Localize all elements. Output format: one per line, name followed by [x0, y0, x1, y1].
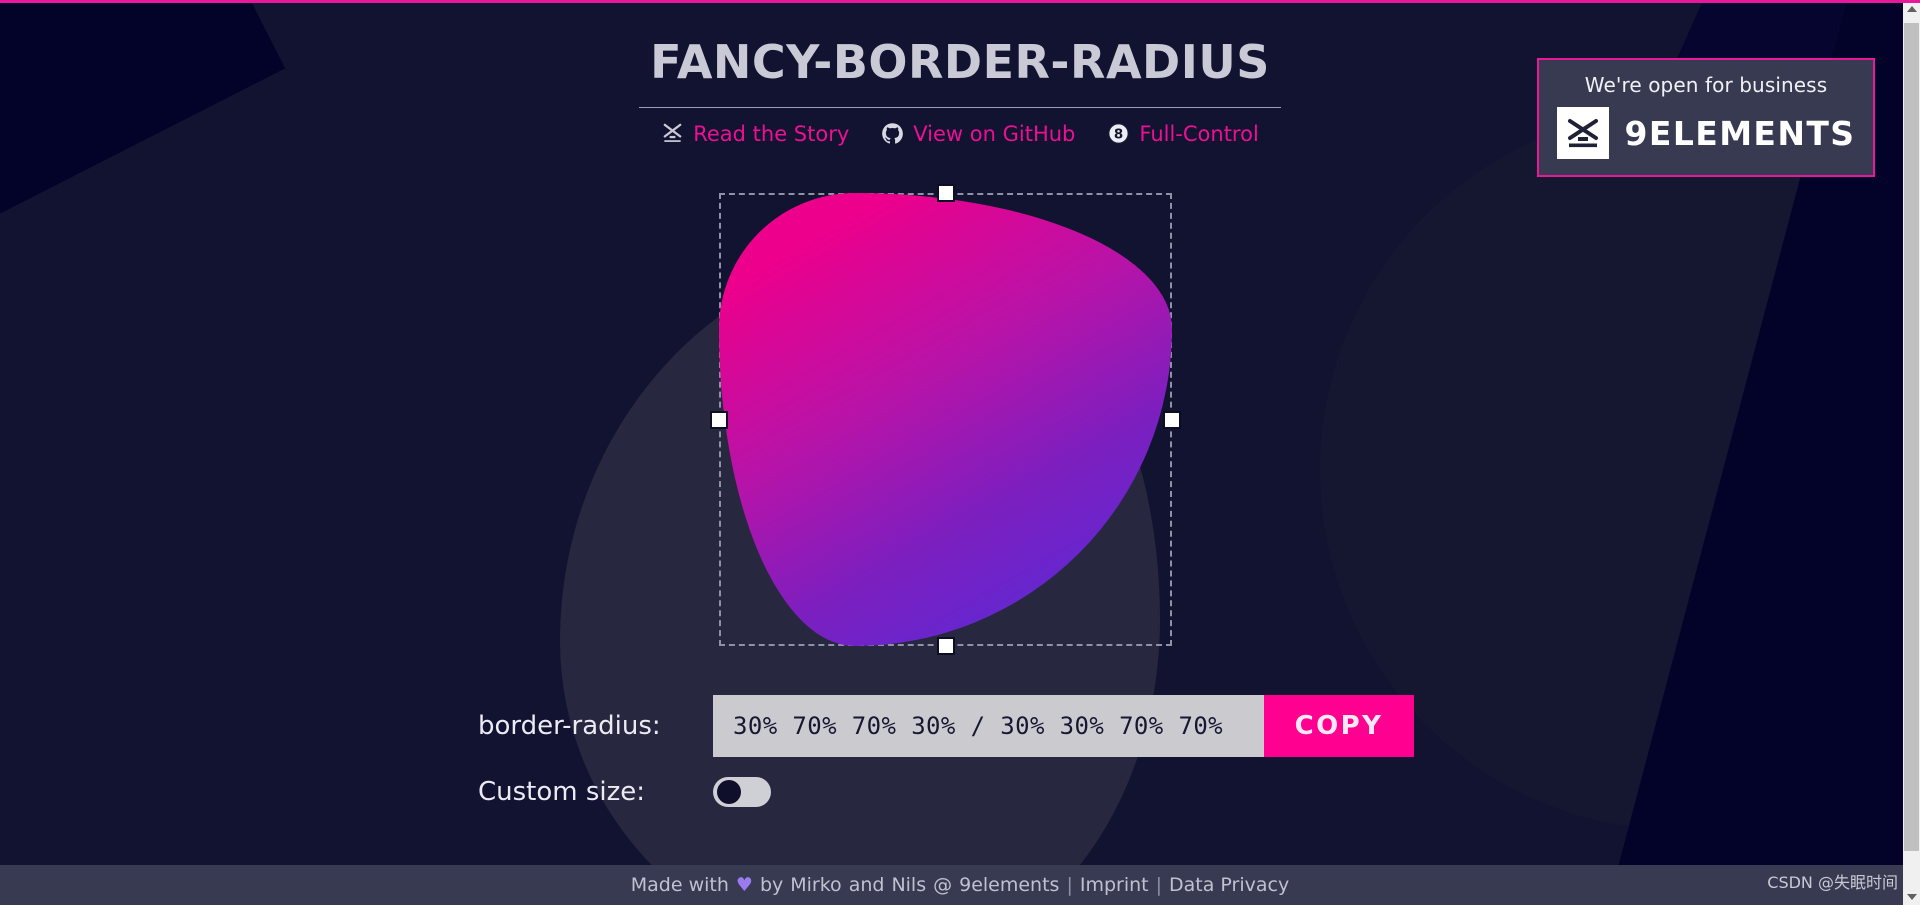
drag-handle-right[interactable] — [1163, 410, 1181, 429]
9elements-mark-icon — [1556, 107, 1609, 159]
nav-link-full-control[interactable]: 8 Full-Control — [1107, 121, 1259, 146]
toggle-knob — [717, 780, 741, 804]
controls-panel: border-radius: 30% 70% 70% 30% / 30% 30%… — [478, 695, 1418, 807]
footer-and: and — [848, 874, 885, 896]
primary-nav: Read the Story View on GitHub 8 Full-Con… — [639, 122, 1281, 146]
heart-icon: ♥ — [735, 874, 753, 896]
nav-link-read-the-story[interactable]: Read the Story — [661, 122, 849, 146]
badge-tagline: We're open for business — [1584, 73, 1828, 97]
drag-handle-top[interactable] — [936, 184, 955, 202]
eight-ball-icon: 8 — [1107, 122, 1130, 145]
border-radius-row: border-radius: 30% 70% 70% 30% / 30% 30%… — [478, 695, 1418, 757]
page-root: FANCY-BORDER-RADIUS Read the Story View … — [0, 0, 1920, 905]
footer-link-9elements[interactable]: 9elements — [959, 874, 1059, 896]
footer-at: @ — [933, 874, 953, 896]
9elements-promo-badge[interactable]: We're open for business 9ELEMENTS — [1537, 58, 1875, 177]
scroll-down-arrow-icon[interactable] — [1903, 888, 1920, 905]
drag-handle-left[interactable] — [710, 410, 728, 429]
site-footer: Made with ♥ by Mirko and Nils @ 9element… — [0, 865, 1920, 905]
9elements-mark-icon — [661, 122, 684, 145]
custom-size-row: Custom size: — [478, 777, 1418, 807]
border-radius-value-field[interactable]: 30% 70% 70% 30% / 30% 30% 70% 70% — [713, 695, 1264, 757]
copy-button[interactable]: COPY — [1264, 695, 1414, 757]
drag-handle-bottom[interactable] — [936, 637, 955, 655]
footer-link-imprint[interactable]: Imprint — [1080, 874, 1149, 896]
scrollbar-thumb[interactable] — [1904, 23, 1919, 851]
masthead: FANCY-BORDER-RADIUS Read the Story View … — [639, 0, 1281, 146]
shape-editor[interactable] — [710, 184, 1181, 655]
top-accent-rule — [0, 0, 1920, 3]
nav-link-label: View on GitHub — [913, 121, 1076, 146]
custom-size-toggle[interactable] — [713, 777, 771, 807]
footer-link-mirko[interactable]: Mirko — [790, 874, 841, 896]
footer-link-data-privacy[interactable]: Data Privacy — [1169, 874, 1289, 896]
nav-link-label: Read the Story — [693, 121, 850, 146]
vertical-scrollbar[interactable] — [1903, 0, 1920, 905]
github-icon — [881, 122, 904, 145]
badge-logo-row: 9ELEMENTS — [1555, 107, 1857, 159]
nav-link-label: Full-Control — [1139, 121, 1259, 146]
watermark: CSDN @失眠时间 — [1767, 873, 1898, 892]
scrollbar-track[interactable] — [1903, 17, 1920, 888]
badge-wordmark: 9ELEMENTS — [1624, 113, 1856, 153]
svg-text:8: 8 — [1114, 128, 1123, 143]
footer-separator-2: | — [1155, 874, 1163, 896]
footer-link-nils[interactable]: Nils — [891, 874, 926, 896]
nav-link-view-on-github[interactable]: View on GitHub — [881, 122, 1075, 146]
footer-separator-1: | — [1066, 874, 1073, 896]
page-title: FANCY-BORDER-RADIUS — [650, 35, 1270, 89]
footer-made-with: Made with — [630, 874, 729, 896]
border-radius-label: border-radius: — [478, 711, 661, 741]
custom-size-label: Custom size: — [478, 777, 646, 807]
footer-by: by — [759, 874, 784, 896]
title-divider — [639, 106, 1281, 108]
